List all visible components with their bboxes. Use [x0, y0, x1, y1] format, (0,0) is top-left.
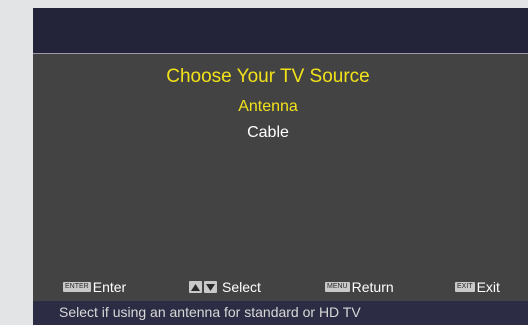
legend-select: Select [189, 279, 261, 295]
exit-key-icon: EXIT [455, 282, 475, 292]
legend-enter-label: Enter [92, 279, 127, 295]
legend-select-label: Select [222, 279, 261, 295]
tv-menu-screen: Choose Your TV Source Antenna Cable ENTE… [33, 8, 528, 325]
header-band [33, 8, 528, 53]
page-background: Choose Your TV Source Antenna Cable ENTE… [0, 0, 528, 325]
enter-key-icon: ENTER [63, 282, 91, 292]
status-bar: Select if using an antenna for standard … [33, 301, 528, 325]
option-antenna[interactable]: Antenna [33, 98, 503, 116]
header-divider [33, 53, 528, 54]
legend-enter: ENTER Enter [63, 279, 126, 295]
key-legend: ENTER Enter Select MENU Return EXIT Exit [33, 276, 528, 298]
legend-return-label: Return [351, 279, 394, 295]
legend-return: MENU Return [325, 279, 394, 295]
arrow-down-icon [204, 281, 217, 293]
arrow-up-icon [189, 281, 202, 293]
menu-title: Choose Your TV Source [166, 66, 370, 87]
legend-exit-label: Exit [476, 279, 500, 295]
legend-exit: EXIT Exit [455, 279, 500, 295]
option-cable[interactable]: Cable [33, 124, 503, 142]
menu-key-icon: MENU [325, 282, 350, 292]
status-help-text: Select if using an antenna for standard … [59, 304, 361, 320]
